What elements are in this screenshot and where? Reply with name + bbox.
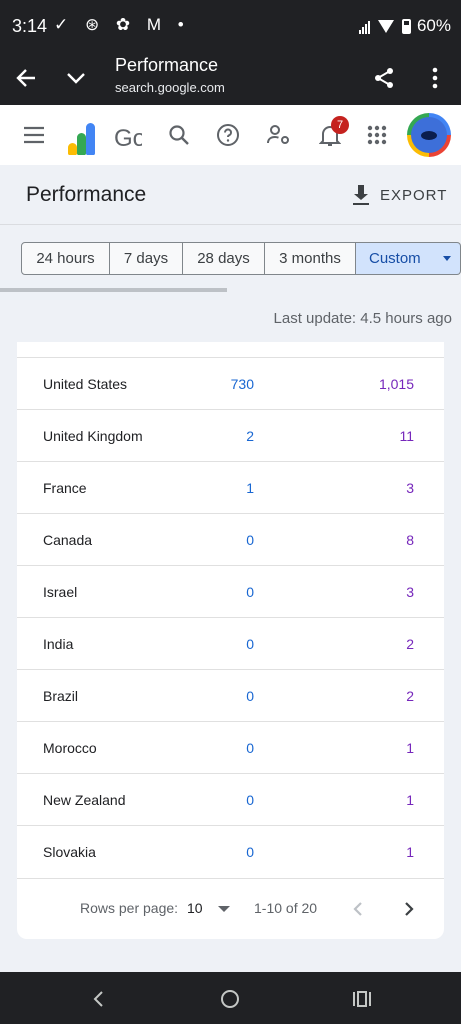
help-icon[interactable] <box>212 119 244 151</box>
countries-table: United States 730 1,015 United Kingdom 2… <box>17 342 444 939</box>
country-name: United States <box>43 375 128 392</box>
logo-text: Go <box>114 125 142 152</box>
clicks-value: 1 <box>246 479 254 496</box>
clicks-value: 730 <box>230 375 254 392</box>
nav-home-icon[interactable] <box>217 986 243 1012</box>
table-row[interactable]: New Zealand 0 1 <box>17 773 444 825</box>
table-row[interactable]: Slovakia 0 1 <box>17 825 444 877</box>
nav-back-icon[interactable] <box>85 986 111 1012</box>
impressions-value: 1,015 <box>378 375 414 392</box>
apps-grid-icon[interactable] <box>361 119 393 151</box>
table-pagination: Rows per page: 10 1-10 of 20 <box>17 878 444 938</box>
rows-per-page-label: Rows per page: <box>80 900 179 916</box>
impressions-value: 1 <box>406 739 414 756</box>
account-avatar[interactable] <box>407 113 451 157</box>
battery-level: 60% <box>416 16 451 35</box>
status-right: 60% <box>358 16 451 36</box>
range-24-hours[interactable]: 24 hours <box>21 242 110 275</box>
table-row[interactable]: Morocco 0 1 <box>17 721 444 773</box>
country-name: United Kingdom <box>43 427 143 444</box>
hamburger-menu-icon[interactable] <box>18 119 50 151</box>
table-row[interactable]: India 0 2 <box>17 617 444 669</box>
range-7-days[interactable]: 7 days <box>110 242 183 275</box>
battery-icon <box>401 18 411 34</box>
search-icon[interactable] <box>163 119 195 151</box>
impressions-value: 3 <box>406 583 414 600</box>
clicks-value: 2 <box>246 427 254 444</box>
export-label: EXPORT <box>380 186 448 204</box>
range-28-days[interactable]: 28 days <box>183 242 265 275</box>
previous-page-icon[interactable] <box>346 897 370 921</box>
country-name: India <box>43 635 74 652</box>
date-range-selector: 24 hours 7 days 28 days 3 months Custom <box>21 242 461 275</box>
next-page-icon[interactable] <box>397 897 421 921</box>
impressions-value: 2 <box>406 635 414 652</box>
impressions-value: 1 <box>406 791 414 808</box>
horizontal-scroll-indicator <box>0 288 227 292</box>
country-name: Brazil <box>43 687 79 704</box>
impressions-value: 11 <box>399 427 414 444</box>
country-name: Morocco <box>43 739 97 756</box>
export-button[interactable]: EXPORT <box>352 179 447 211</box>
tab-url: search.google.com <box>115 80 225 95</box>
country-name: Canada <box>43 531 93 548</box>
clicks-value: 0 <box>246 843 254 860</box>
range-3-months[interactable]: 3 months <box>265 242 356 275</box>
pagination-range: 1-10 of 20 <box>254 900 318 916</box>
table-row[interactable]: United Kingdom 2 11 <box>17 409 444 461</box>
table-row[interactable]: Canada 0 8 <box>17 513 444 565</box>
clicks-value: 0 <box>246 687 254 704</box>
table-row[interactable]: Brazil 0 2 <box>17 669 444 721</box>
last-update-text: Last update: 4.5 hours ago <box>273 310 452 327</box>
impressions-value: 3 <box>406 479 414 496</box>
nav-recents-icon[interactable] <box>349 986 375 1012</box>
search-console-logo-icon <box>68 119 104 159</box>
impressions-value: 1 <box>406 843 414 860</box>
overflow-menu-icon[interactable] <box>419 62 451 94</box>
back-arrow-icon[interactable] <box>10 62 42 94</box>
chevron-down-icon[interactable] <box>60 62 92 94</box>
browser-toolbar: Performance search.google.com <box>0 52 461 105</box>
range-custom-label: Custom <box>369 250 421 267</box>
user-settings-icon[interactable] <box>263 119 295 151</box>
impressions-value: 2 <box>406 687 414 704</box>
impressions-value: 8 <box>406 531 414 548</box>
rows-per-page-dropdown-icon[interactable] <box>218 906 230 912</box>
notification-count-badge: 7 <box>331 116 349 134</box>
dropdown-caret-icon <box>442 256 451 261</box>
clicks-value: 0 <box>246 739 254 756</box>
table-row[interactable]: France 1 3 <box>17 461 444 513</box>
page-title: Performance <box>26 183 147 206</box>
table-row[interactable]: Israel 0 3 <box>17 565 444 617</box>
clicks-value: 0 <box>246 791 254 808</box>
download-icon <box>352 185 370 205</box>
status-bar: 3:14 ✓ ⊛ ✿ M • 60% <box>0 0 461 52</box>
status-time: 3:14 <box>12 16 48 36</box>
wifi-icon <box>377 19 394 33</box>
clicks-value: 0 <box>246 531 254 548</box>
page-header: Performance EXPORT <box>0 165 461 225</box>
country-name: Israel <box>43 583 78 600</box>
clicks-value: 0 <box>246 635 254 652</box>
signal-icon <box>358 19 370 34</box>
system-navigation-bar <box>0 972 461 1024</box>
table-row[interactable]: United States 730 1,015 <box>17 357 444 409</box>
country-name: New Zealand <box>43 791 126 808</box>
clicks-value: 0 <box>246 583 254 600</box>
share-icon[interactable] <box>368 62 400 94</box>
app-header: Go 7 <box>0 105 461 165</box>
range-custom[interactable]: Custom <box>356 242 461 275</box>
notification-icons: ✓ ⊛ ✿ M • <box>54 15 190 34</box>
country-name: France <box>43 479 87 496</box>
country-name: Slovakia <box>43 843 96 860</box>
rows-per-page-select[interactable]: 10 <box>187 900 203 916</box>
tab-title: Performance <box>115 55 219 75</box>
